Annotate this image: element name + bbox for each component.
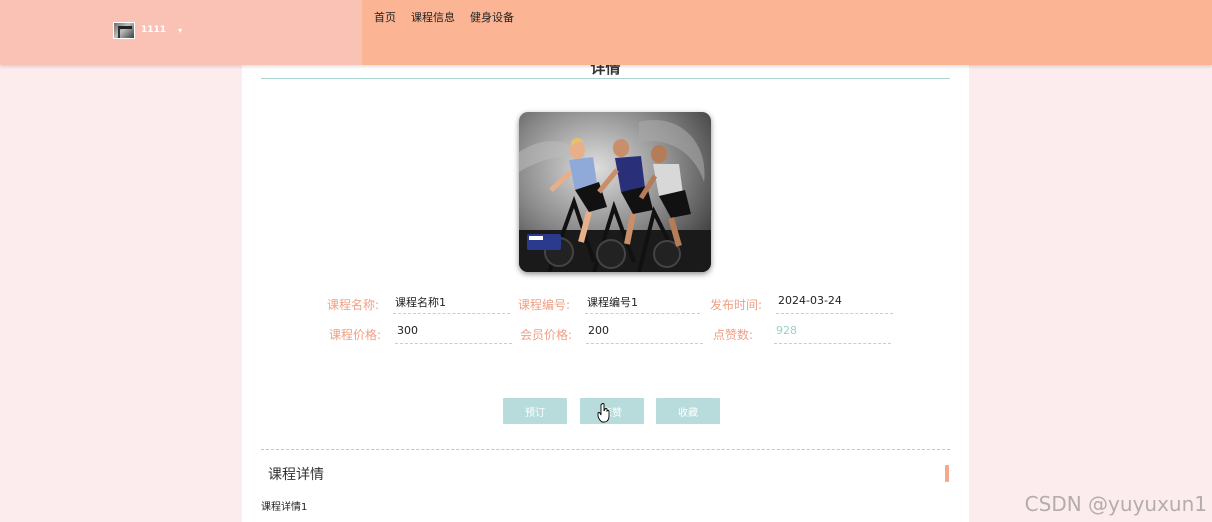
- member-price-label: 会员价格:: [519, 328, 572, 342]
- top-header: 1111 ▾ 首页 课程信息 健身设备: [0, 0, 1212, 65]
- username[interactable]: 1111: [141, 25, 166, 35]
- section-marker: [945, 465, 949, 482]
- watermark: CSDN @yuyuxun1: [1024, 492, 1207, 516]
- header-user-area: 1111 ▾: [0, 0, 362, 65]
- section-divider: [261, 449, 950, 450]
- favorite-button[interactable]: 收藏: [656, 398, 720, 424]
- course-code-label: 课程编号:: [517, 298, 570, 312]
- likes-label: 点赞数:: [712, 328, 753, 342]
- course-name-label: 课程名称:: [326, 298, 379, 312]
- caret-down-icon[interactable]: ▾: [178, 26, 182, 35]
- main-nav: 首页 课程信息 健身设备: [374, 9, 514, 25]
- book-button[interactable]: 预订: [503, 398, 567, 424]
- hand-cursor-icon: [597, 403, 610, 423]
- avatar[interactable]: [113, 21, 135, 39]
- like-button[interactable]: 点赞: [580, 398, 644, 424]
- nav-item-courses[interactable]: 课程信息: [411, 9, 455, 25]
- price-label: 课程价格:: [328, 328, 381, 342]
- publish-time-value: 2024-03-24: [776, 294, 893, 314]
- likes-value: 928: [774, 324, 891, 344]
- title-divider: [261, 78, 950, 79]
- detail-panel: 详情 课程名称: 课程名称1 课程编号: 课程编号1 发布时间: 2024-03…: [242, 40, 969, 522]
- details-body: 课程详情1: [261, 502, 308, 513]
- user-menu[interactable]: 1111 ▾: [113, 21, 182, 39]
- publish-time-label: 发布时间:: [709, 298, 762, 312]
- details-title: 课程详情: [268, 467, 324, 483]
- spinning-class-photo: [519, 112, 711, 272]
- nav-item-equipment[interactable]: 健身设备: [470, 9, 514, 25]
- nav-item-home[interactable]: 首页: [374, 9, 396, 25]
- course-image: [519, 112, 711, 272]
